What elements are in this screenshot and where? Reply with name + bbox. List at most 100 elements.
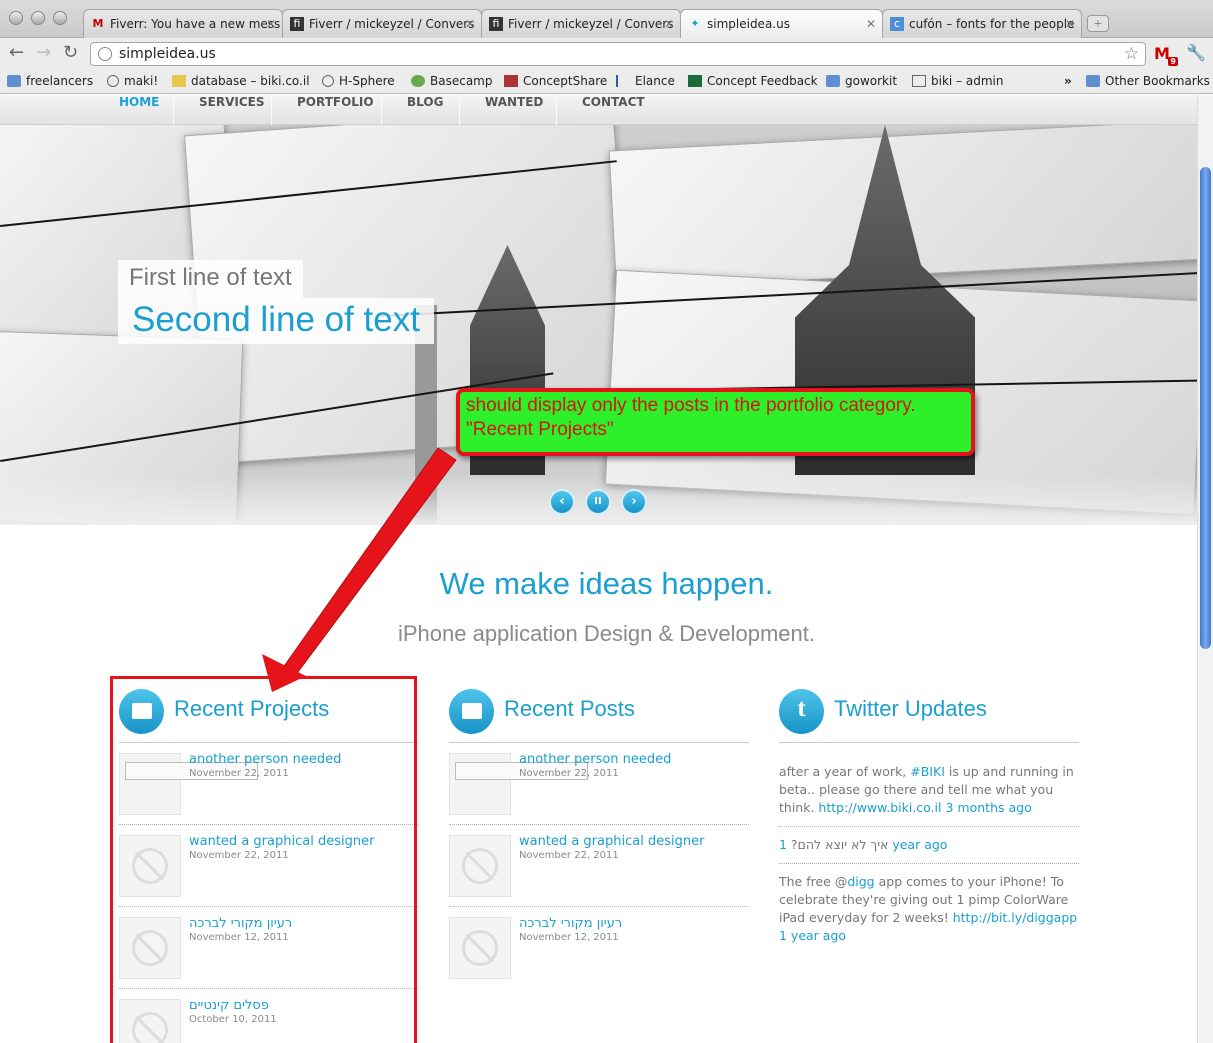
post-thumbnail[interactable]: [449, 917, 511, 979]
post-date: November 22, 2011: [519, 768, 619, 779]
tweet: 1 איך לא יוצא להם? year ago: [779, 827, 1079, 864]
hero-headline-1: First line of text: [118, 260, 303, 298]
post-title-link[interactable]: another person needed: [519, 752, 671, 767]
browser-tab-active[interactable]: ✦ simpleidea.us ✕: [680, 9, 883, 39]
nav-services[interactable]: SERVICES: [199, 95, 264, 125]
tab-close-icon[interactable]: ✕: [1065, 10, 1075, 38]
address-bar[interactable]: simpleidea.us ☆: [90, 42, 1146, 66]
pma-icon: [172, 75, 186, 87]
bookmarks-bar: freelancers maki! database – biki.co.il …: [0, 70, 1213, 94]
list-item[interactable]: another person needed November 22, 2011: [449, 743, 749, 825]
minimize-window-button[interactable]: [31, 11, 45, 25]
tab-close-icon[interactable]: ✕: [866, 10, 876, 38]
bookmark-item[interactable]: maki!: [107, 74, 158, 88]
bookmark-item[interactable]: database – biki.co.il: [172, 74, 310, 88]
reload-icon[interactable]: ↻: [63, 43, 78, 63]
hero-slider: First line of text Second line of text ‹…: [0, 125, 1197, 525]
bookmark-star-icon[interactable]: ☆: [1124, 44, 1139, 64]
wrench-icon[interactable]: 🔧: [1186, 43, 1206, 62]
bookmark-item[interactable]: Elance: [616, 74, 675, 88]
column-title: Recent Posts: [504, 696, 635, 721]
browser-tab[interactable]: c cufón – fonts for the people ✕: [882, 9, 1082, 38]
folder-icon: [1086, 75, 1100, 87]
fiverr-icon: fi: [290, 17, 304, 31]
post-date: November 12, 2011: [519, 932, 619, 943]
subtagline: iPhone application Design & Development.: [397, 621, 816, 646]
fiverr-icon: fi: [489, 17, 503, 31]
gmail-notifier-icon[interactable]: M9: [1154, 44, 1178, 66]
folder-icon: [826, 75, 840, 87]
browser-tab[interactable]: M Fiverr: You have a new mess ✕: [83, 9, 283, 38]
nav-portfolio[interactable]: PORTFOLIO: [297, 95, 374, 125]
forward-icon[interactable]: →: [36, 43, 51, 63]
slider-prev-button[interactable]: ‹: [549, 489, 575, 515]
gmail-count-badge: 9: [1168, 57, 1178, 66]
nav-contact[interactable]: CONTACT: [582, 95, 645, 125]
close-window-button[interactable]: [9, 11, 23, 25]
twitter-column: t Twitter Updates after a year of work, …: [779, 686, 1079, 954]
nav-blog[interactable]: BLOG: [407, 95, 443, 125]
site-navigation: HOME SERVICES PORTFOLIO BLOG WANTED CONT…: [0, 95, 1197, 125]
tweet-url-link[interactable]: http://bit.ly/diggapp: [953, 910, 1077, 925]
list-item[interactable]: רעיון מקורי לברכה November 12, 2011: [449, 907, 749, 989]
bookmark-item[interactable]: freelancers: [7, 74, 93, 88]
post-title-link[interactable]: wanted a graphical designer: [519, 834, 704, 849]
annotation-callout: should display only the posts in the por…: [456, 388, 975, 456]
bookmark-item[interactable]: H-Sphere: [322, 74, 395, 88]
more-bookmarks-chevron-icon[interactable]: »: [1064, 74, 1072, 88]
tab-close-icon[interactable]: ✕: [465, 10, 475, 38]
elance-icon: [616, 75, 630, 87]
slider-next-button[interactable]: ›: [621, 489, 647, 515]
post-title-link[interactable]: רעיון מקורי לברכה: [519, 916, 622, 931]
hashtag-link[interactable]: #BIKI: [910, 764, 945, 779]
post-thumbnail[interactable]: [449, 753, 588, 815]
tweet-time-link[interactable]: year ago: [892, 837, 947, 852]
column-title: Twitter Updates: [834, 696, 987, 721]
nav-home[interactable]: HOME: [119, 95, 159, 125]
conceptshare-icon: [504, 75, 518, 87]
folder-icon: [449, 689, 494, 734]
bookmark-item[interactable]: Basecamp: [411, 74, 492, 88]
bookmark-item[interactable]: ConceptShare: [504, 74, 607, 88]
tweet-time-link[interactable]: 3 months ago: [946, 800, 1032, 815]
browser-tab[interactable]: fi Fiverr / mickeyzel / Convers ✕: [481, 9, 681, 38]
tweet: The free @digg app comes to your iPhone!…: [779, 874, 1078, 943]
annotation-line-1: should display only the posts in the por…: [466, 395, 916, 416]
tweet-url-link[interactable]: http://www.biki.co.il: [818, 800, 941, 815]
new-tab-button[interactable]: +: [1087, 15, 1109, 32]
browser-toolbar: ← → ↻ simpleidea.us ☆ M9 🔧: [0, 38, 1213, 70]
post-date: November 22, 2011: [519, 850, 619, 861]
nav-wanted[interactable]: WANTED: [485, 95, 543, 125]
globe-icon: [322, 75, 334, 87]
cufon-icon: c: [890, 17, 904, 31]
back-icon[interactable]: ←: [9, 43, 24, 63]
globe-icon: [107, 75, 119, 87]
no-image-icon: [462, 848, 498, 884]
url-text[interactable]: simpleidea.us: [119, 46, 216, 62]
tab-close-icon[interactable]: ✕: [266, 10, 276, 38]
bookmark-item[interactable]: biki – admin: [912, 74, 1003, 88]
browser-tab[interactable]: fi Fiverr / mickeyzel / Convers ✕: [282, 9, 482, 38]
tab-close-icon[interactable]: ✕: [664, 10, 674, 38]
other-bookmarks[interactable]: Other Bookmarks: [1086, 74, 1210, 88]
tagline: We make ideas happen.: [439, 566, 774, 601]
tweet-time-link[interactable]: 1 year ago: [779, 928, 846, 943]
no-image-icon: [462, 930, 498, 966]
twitter-bird-icon: t: [779, 689, 824, 734]
hero-headline-2: Second line of text: [118, 298, 434, 344]
slider-pause-button[interactable]: II: [585, 489, 611, 515]
recent-posts-column: Recent Posts another person needed Novem…: [449, 686, 749, 989]
mention-link[interactable]: digg: [847, 874, 874, 889]
scrollbar-thumb[interactable]: [1200, 167, 1211, 649]
bookmark-item[interactable]: goworkit: [826, 74, 897, 88]
page-scrollbar[interactable]: [1197, 95, 1213, 1043]
tweet-number-link[interactable]: 1: [779, 837, 787, 852]
post-thumbnail[interactable]: [449, 835, 511, 897]
annotation-highlight-box: [110, 676, 417, 1043]
zoom-window-button[interactable]: [53, 11, 67, 25]
globe-icon: [98, 47, 112, 61]
list-item[interactable]: wanted a graphical designer November 22,…: [449, 825, 749, 907]
column-header: Recent Posts: [449, 686, 749, 743]
bookmark-item[interactable]: Concept Feedback: [688, 74, 818, 88]
bird-icon: ✦: [690, 17, 700, 30]
